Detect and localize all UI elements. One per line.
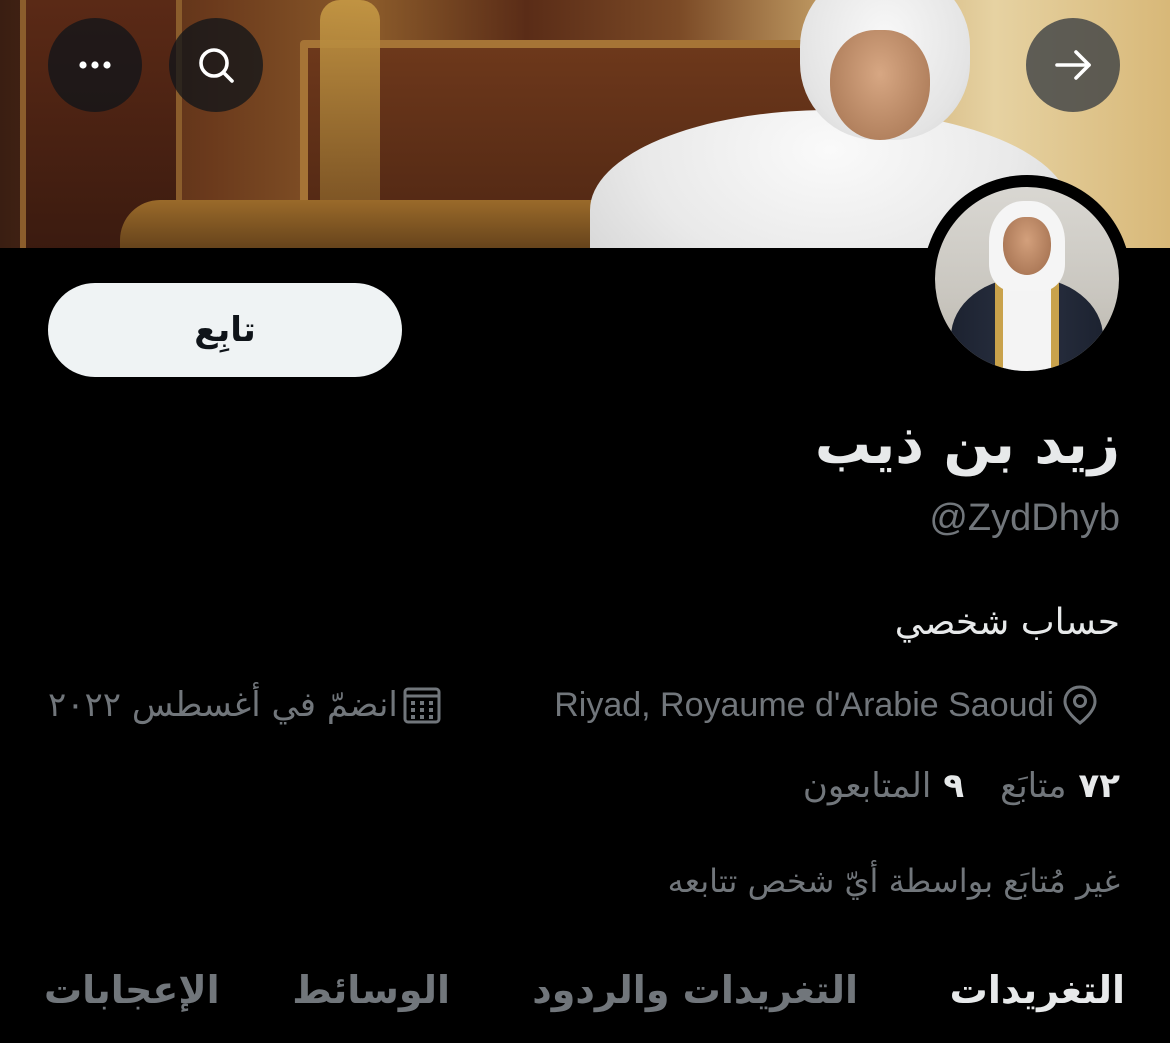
profile-handle: @ZydDhyb [929,497,1120,539]
followers-count: ٩ [943,766,965,806]
following-stat[interactable]: ٧٢ متابَع [1000,766,1120,806]
profile-tabs: التغريدات التغريدات والردود الوسائط الإع… [0,960,1170,1043]
search-icon [199,48,234,83]
calendar-icon [403,687,441,724]
following-label: متابَع [1000,766,1067,806]
profile-joined-date: انضمّ في أغسطس ٢٠٢٢ [48,685,398,725]
profile-bio: حساب شخصي [894,602,1120,643]
location-pin-icon [1063,685,1097,725]
avatar-container[interactable] [923,175,1131,383]
follow-button[interactable]: تابِع [48,283,402,377]
banner-decor-table [120,200,640,248]
followers-label: المتابعون [802,766,932,806]
profile-location: Riyad, Royaume d'Arabie Saoudi [554,685,1054,724]
followers-stat[interactable]: ٩ المتابعون [803,766,964,806]
avatar-trim-left [995,279,1003,371]
banner-decor-lamp [320,0,380,230]
avatar-face [1003,217,1051,275]
following-count: ٧٢ [1078,766,1120,806]
profile-stats: ٧٢ متابَع ٩ المتابعون [803,766,1120,806]
back-button[interactable] [1026,18,1120,112]
not-followed-notice: غير مُتابَع بواسطة أيّ شخص تتابعه [667,862,1120,900]
arrow-right-icon [1055,50,1091,80]
avatar-trim-right [1051,279,1059,371]
more-horizontal-icon [79,61,111,69]
avatar[interactable] [935,187,1119,371]
tab-tweets[interactable]: التغريدات [950,968,1125,1012]
banner-person-face [830,30,930,140]
tab-media[interactable]: الوسائط [292,968,450,1012]
tab-tweets-replies[interactable]: التغريدات والردود [532,968,858,1012]
search-button[interactable] [169,18,263,112]
tab-likes[interactable]: الإعجابات [44,968,220,1012]
more-button[interactable] [48,18,142,112]
avatar-shirt [1001,277,1053,371]
profile-name: زيد بن ذيب [814,412,1120,477]
